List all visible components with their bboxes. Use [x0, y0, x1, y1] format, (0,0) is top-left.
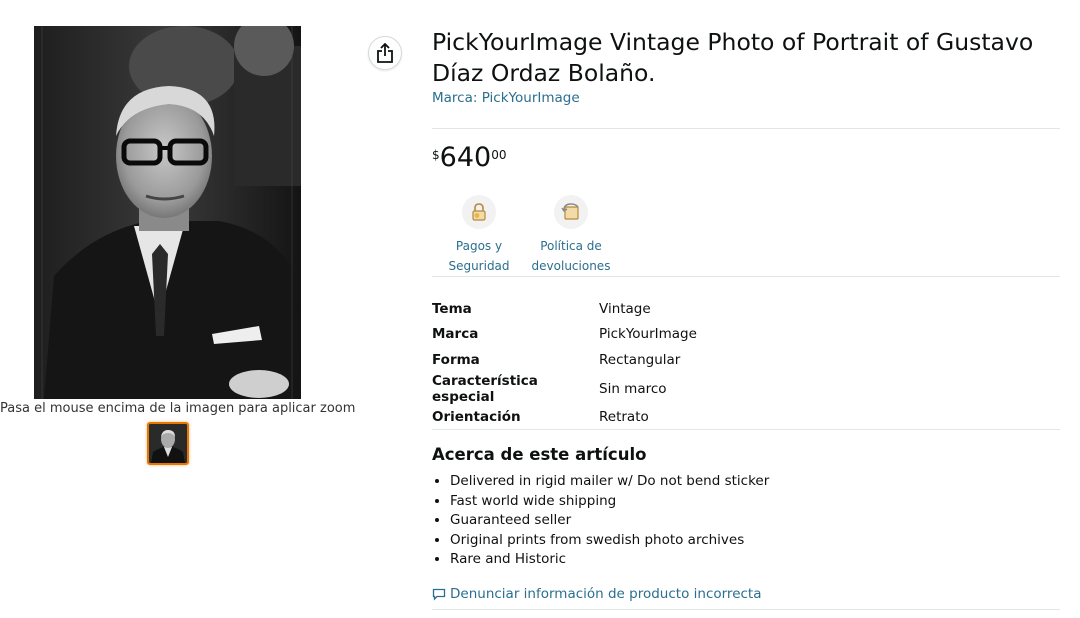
spec-key: Marca: [432, 326, 479, 343]
report-link-label[interactable]: Denunciar información de producto incorr…: [450, 586, 761, 602]
product-main-image[interactable]: [34, 26, 301, 399]
brand-link[interactable]: Marca: PickYourImage: [432, 90, 580, 106]
divider: [432, 276, 1060, 277]
spec-value: Sin marco: [599, 380, 667, 397]
divider: [432, 609, 1060, 610]
portrait-photo: [34, 26, 301, 399]
price: $64000: [432, 142, 506, 173]
spec-row: Marca PickYourImage: [432, 322, 697, 348]
about-bullet: Guaranteed seller: [450, 511, 769, 531]
spec-row: Tema Vintage: [432, 296, 697, 322]
about-bullet: Original prints from swedish photo archi…: [450, 531, 769, 551]
zoom-hint-text: Pasa el mouse encima de la imagen para a…: [0, 401, 356, 416]
spec-key: Característica especial: [432, 372, 538, 405]
about-bullet: Rare and Historic: [450, 550, 769, 570]
feature-returns-policy[interactable]: Política de devoluciones: [531, 195, 611, 276]
image-thumbnail[interactable]: [147, 422, 189, 465]
about-bullet: Fast world wide shipping: [450, 492, 769, 512]
feature-label-line2: Seguridad: [448, 259, 510, 273]
returns-policy-icon: [554, 195, 588, 229]
product-title: PickYourImage Vintage Photo of Portrait …: [432, 28, 1034, 87]
price-whole: 640: [439, 142, 492, 173]
price-symbol: $: [432, 148, 440, 162]
secure-payment-lock-icon: [462, 195, 496, 229]
spec-row: Orientación Retrato: [432, 405, 697, 431]
share-icon: [377, 43, 393, 63]
spec-key: Forma: [432, 351, 480, 368]
spec-value: Rectangular: [599, 351, 681, 368]
spec-key: Tema: [432, 300, 472, 317]
spec-value: Retrato: [599, 409, 649, 426]
thumbnail-portrait: [149, 424, 187, 463]
spec-row: Característica especial Sin marco: [432, 373, 697, 405]
share-button[interactable]: [368, 36, 402, 70]
report-incorrect-info-link[interactable]: Denunciar información de producto incorr…: [432, 586, 761, 602]
about-bullet-list: Delivered in rigid mailer w/ Do not bend…: [432, 472, 769, 570]
feature-label-line2: devoluciones: [531, 259, 611, 273]
spec-key: Orientación: [432, 409, 521, 426]
feature-secure-payment[interactable]: Pagos y Seguridad: [443, 195, 515, 276]
feature-label-line1: Pagos y: [455, 239, 503, 253]
about-bullet: Delivered in rigid mailer w/ Do not bend…: [450, 472, 769, 492]
spec-row: Forma Rectangular: [432, 347, 697, 373]
spec-value: Vintage: [599, 300, 651, 317]
feature-label-line1: Política de: [540, 239, 602, 253]
price-fraction: 00: [491, 148, 507, 162]
divider: [432, 128, 1060, 129]
divider: [432, 429, 1060, 430]
spec-value: PickYourImage: [599, 326, 697, 343]
chat-bubble-icon: [432, 588, 446, 601]
spec-table: Tema Vintage Marca PickYourImage Forma R…: [432, 296, 697, 430]
about-heading: Acerca de este artículo: [432, 445, 647, 464]
